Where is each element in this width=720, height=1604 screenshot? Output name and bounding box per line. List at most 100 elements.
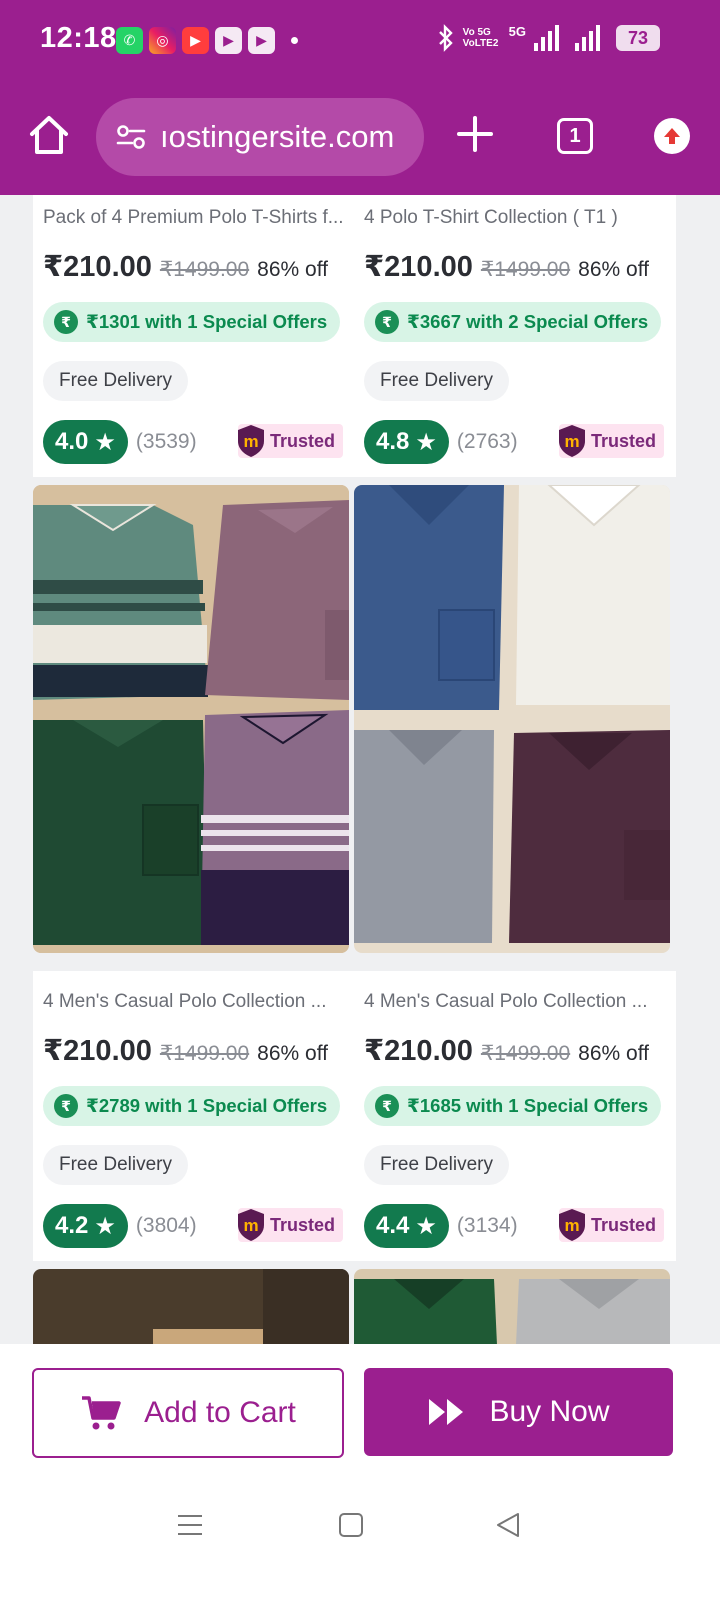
fast-forward-icon	[429, 1399, 464, 1425]
rating-value: 4.0	[55, 428, 89, 455]
rupee-icon: ₹	[375, 310, 399, 334]
product-grid: Pack of 4 Premium Polo T-Shirts f... ₹21…	[0, 195, 720, 1375]
discount: 86% off	[257, 1042, 329, 1065]
meesho-trusted-icon: m	[558, 425, 585, 457]
back-icon[interactable]	[494, 1511, 522, 1539]
svg-text:m: m	[243, 432, 258, 451]
signal-icon-1	[534, 25, 559, 51]
special-offer-badge: ₹ ₹1301 with 1 Special Offers	[43, 302, 341, 342]
star-icon: ★	[415, 1212, 437, 1240]
volte-label: Vo 5G VoLTE2	[462, 27, 499, 49]
status-time: 12:18	[40, 22, 117, 54]
meesho-trusted-icon: m	[237, 1209, 264, 1241]
url-text: ıostingersite.com	[160, 119, 395, 154]
rupee-icon: ₹	[54, 1094, 78, 1118]
product-title[interactable]: 4 Men's Casual Polo Collection ...	[364, 991, 669, 1013]
discount: 86% off	[578, 258, 650, 281]
5g-label: 5G	[508, 24, 526, 39]
rating-badge: 4.8 ★	[364, 420, 449, 464]
original-price: ₹1499.00	[480, 1042, 571, 1065]
star-icon: ★	[94, 1212, 116, 1240]
new-tab-icon[interactable]	[455, 114, 495, 154]
offer-text: ₹3667 with 2 Special Offers	[407, 311, 649, 332]
whatsapp-icon: ✆	[116, 27, 143, 54]
rating-row: 4.2 ★ (3804) m Trusted	[43, 1204, 343, 1248]
browser-toolbar: ıostingersite.com 1	[0, 96, 720, 178]
address-bar[interactable]: ıostingersite.com	[96, 98, 424, 176]
notification-icons: ✆ ◎ ▶ ▶ ▶	[116, 27, 298, 54]
rating-row: 4.0 ★ (3539) m Trusted	[43, 420, 343, 464]
discount: 86% off	[257, 258, 329, 281]
home-icon[interactable]	[24, 110, 74, 160]
system-navigation-bar	[0, 1494, 720, 1604]
trusted-badge: m Trusted	[237, 424, 343, 458]
status-bar: 12:18 ✆ ◎ ▶ ▶ ▶ Vo 5G VoLTE2 5G 73	[0, 0, 720, 80]
more-notifications-icon	[291, 37, 298, 44]
tab-switcher-button[interactable]: 1	[557, 118, 593, 154]
bottom-action-bar: Add to Cart Buy Now	[0, 1344, 720, 1494]
original-price: ₹1499.00	[480, 258, 571, 281]
rupee-icon: ₹	[54, 310, 78, 334]
rating-badge: 4.0 ★	[43, 420, 128, 464]
original-price: ₹1499.00	[159, 1042, 250, 1065]
product-title[interactable]: Pack of 4 Premium Polo T-Shirts f...	[43, 207, 348, 229]
battery-icon: 73	[616, 25, 660, 51]
trusted-label: Trusted	[269, 1214, 335, 1235]
trusted-label: Trusted	[590, 430, 656, 451]
product-card[interactable]: 4 Men's Casual Polo Collection ... ₹210.…	[33, 971, 355, 1261]
top-bar: 12:18 ✆ ◎ ▶ ▶ ▶ Vo 5G VoLTE2 5G 73 ıosti…	[0, 0, 720, 195]
free-delivery-badge: Free Delivery	[43, 1145, 188, 1185]
trusted-badge: m Trusted	[558, 1208, 664, 1242]
update-icon[interactable]	[654, 118, 690, 154]
special-offer-badge: ₹ ₹2789 with 1 Special Offers	[43, 1086, 341, 1126]
price-row: ₹210.00 ₹1499.00 86% off	[43, 249, 328, 284]
instagram-icon: ◎	[149, 27, 176, 54]
price: ₹210.00	[364, 1035, 473, 1067]
rating-row: 4.8 ★ (2763) m Trusted	[364, 420, 664, 464]
product-card[interactable]: 4 Polo T-Shirt Collection ( T1 ) ₹210.00…	[354, 195, 676, 477]
rating-row: 4.4 ★ (3134) m Trusted	[364, 1204, 664, 1248]
review-count: (3804)	[135, 1214, 197, 1237]
free-delivery-badge: Free Delivery	[43, 361, 188, 401]
product-card[interactable]: 4 Men's Casual Polo Collection ... ₹210.…	[354, 971, 676, 1261]
rating-badge: 4.2 ★	[43, 1204, 128, 1248]
signal-icon-2	[575, 25, 600, 51]
offer-text: ₹1685 with 1 Special Offers	[407, 1095, 649, 1116]
product-card[interactable]: Pack of 4 Premium Polo T-Shirts f... ₹21…	[33, 195, 355, 477]
rupee-icon: ₹	[375, 1094, 399, 1118]
youtube-icon-2: ▶	[248, 27, 275, 54]
home-nav-icon[interactable]	[337, 1511, 365, 1539]
recent-apps-icon[interactable]	[176, 1511, 204, 1539]
youtube-icon: ▶	[215, 27, 242, 54]
buy-now-label: Buy Now	[489, 1395, 610, 1428]
product-image[interactable]	[354, 485, 670, 953]
product-title[interactable]: 4 Men's Casual Polo Collection ...	[43, 991, 348, 1013]
rating-value: 4.8	[376, 428, 410, 455]
site-settings-icon[interactable]	[114, 120, 148, 154]
review-count: (3539)	[135, 430, 197, 453]
special-offer-badge: ₹ ₹3667 with 2 Special Offers	[364, 302, 662, 342]
meesho-trusted-icon: m	[558, 1209, 585, 1241]
free-delivery-badge: Free Delivery	[364, 361, 509, 401]
cart-icon	[82, 1396, 121, 1430]
svg-text:m: m	[564, 1216, 579, 1235]
trusted-badge: m Trusted	[237, 1208, 343, 1242]
review-count: (3134)	[456, 1214, 518, 1237]
rating-value: 4.2	[55, 1212, 89, 1239]
review-count: (2763)	[456, 430, 518, 453]
screen: 12:18 ✆ ◎ ▶ ▶ ▶ Vo 5G VoLTE2 5G 73 ıosti…	[0, 0, 720, 1604]
rating-badge: 4.4 ★	[364, 1204, 449, 1248]
special-offer-badge: ₹ ₹1685 with 1 Special Offers	[364, 1086, 662, 1126]
price-row: ₹210.00 ₹1499.00 86% off	[364, 1033, 649, 1068]
product-title[interactable]: 4 Polo T-Shirt Collection ( T1 )	[364, 207, 669, 229]
price: ₹210.00	[364, 251, 473, 283]
add-to-cart-button[interactable]: Add to Cart	[32, 1368, 344, 1458]
star-icon: ★	[94, 428, 116, 456]
system-icons: Vo 5G VoLTE2 5G 73	[437, 24, 660, 52]
rating-value: 4.4	[376, 1212, 410, 1239]
buy-now-button[interactable]: Buy Now	[364, 1368, 673, 1456]
star-icon: ★	[415, 428, 437, 456]
trusted-badge: m Trusted	[558, 424, 664, 458]
product-image[interactable]	[33, 485, 349, 953]
price-row: ₹210.00 ₹1499.00 86% off	[43, 1033, 328, 1068]
